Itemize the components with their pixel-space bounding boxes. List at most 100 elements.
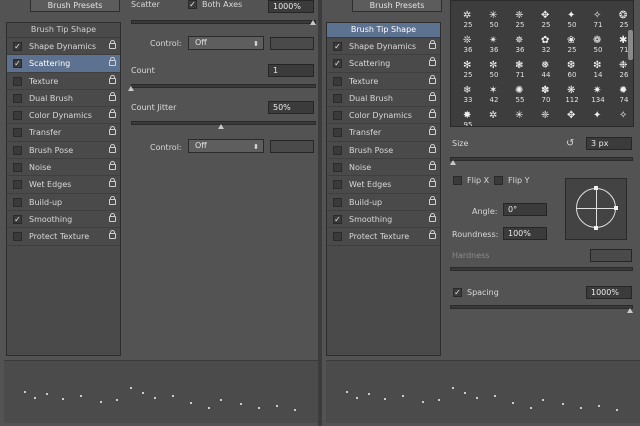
settings-item-checkbox[interactable] [13, 128, 22, 138]
spacing-slider-thumb[interactable] [627, 308, 633, 313]
brush-tip-preset[interactable]: ✹ [585, 1, 611, 6]
angle-roundness-widget[interactable] [565, 178, 627, 240]
settings-item-checkbox[interactable] [333, 197, 342, 207]
brush-tip-preset[interactable]: ✵ 36 [507, 35, 533, 56]
size-value-field[interactable]: 3 px [586, 137, 632, 150]
settings-item-checkbox[interactable] [13, 145, 22, 155]
settings-item-checkbox[interactable] [13, 93, 22, 103]
brush-tip-preset[interactable]: ✦ 50 [559, 10, 585, 31]
spacing-checkbox[interactable]: ✓ [453, 288, 462, 297]
angle-handle[interactable] [614, 206, 618, 210]
brush-tip-preset[interactable]: ✼ 50 [481, 60, 507, 81]
brush-tip-preset[interactable]: ✴ 36 [481, 35, 507, 56]
settings-item-checkbox[interactable] [13, 111, 22, 121]
brush-tip-preset[interactable]: ✶ 42 [481, 85, 507, 106]
settings-item-checkbox[interactable]: ✓ [333, 214, 342, 224]
settings-item-transfer[interactable]: Transfer [327, 124, 440, 142]
settings-item-checkbox[interactable] [13, 197, 22, 207]
settings-item-texture[interactable]: Texture [7, 73, 120, 90]
brush-tip-preset[interactable]: ✲ 25 [455, 10, 481, 31]
settings-item-smoothing[interactable]: ✓ Smoothing [7, 211, 120, 229]
lock-icon[interactable] [109, 109, 116, 119]
settings-item-checkbox[interactable] [13, 180, 22, 190]
brush-tip-preset[interactable]: ✧ 71 [585, 10, 611, 31]
lock-icon[interactable] [109, 40, 116, 49]
brush-tip-preset[interactable]: ❉ 26 [611, 60, 633, 81]
brush-tip-preset[interactable]: ❁ 50 [585, 35, 611, 56]
lock-icon[interactable] [429, 161, 436, 171]
lock-icon[interactable] [429, 91, 436, 101]
size-slider[interactable] [450, 157, 633, 161]
lock-icon[interactable] [429, 178, 436, 188]
brush-tip-preset[interactable]: ✻ 25 [455, 60, 481, 81]
lock-icon[interactable] [429, 230, 436, 240]
settings-item-protect-texture[interactable]: Protect Texture [7, 228, 120, 246]
settings-item-checkbox[interactable] [333, 128, 342, 138]
brush-tip-preset[interactable]: ✺ 55 [507, 85, 533, 106]
lock-icon[interactable] [429, 57, 436, 67]
lock-icon[interactable] [109, 126, 116, 136]
brush-presets-button[interactable]: Brush Presets [352, 0, 442, 12]
settings-item-checkbox[interactable] [333, 145, 342, 155]
lock-icon[interactable] [429, 40, 436, 49]
lock-icon[interactable] [109, 74, 116, 84]
spacing-value-field[interactable]: 1000% [586, 286, 632, 299]
control-dropdown-2[interactable]: Off ⬍ [188, 139, 264, 153]
brush-tip-preset[interactable]: ✶ [455, 1, 481, 6]
settings-item-checkbox[interactable]: ✓ [13, 59, 22, 69]
settings-item-checkbox[interactable] [13, 76, 22, 86]
brush-tip-preset[interactable]: ❊ 36 [455, 35, 481, 56]
settings-item-shape-dynamics[interactable]: ✓ Shape Dynamics [7, 38, 120, 56]
lock-icon[interactable] [429, 212, 436, 222]
settings-item-checkbox[interactable] [333, 232, 342, 242]
settings-item-wet-edges[interactable]: Wet Edges [7, 176, 120, 194]
brush-tip-preset[interactable]: ✥ 25 [533, 10, 559, 31]
brush-tip-preset[interactable]: ❋ 112 [559, 85, 585, 106]
settings-item-noise[interactable]: Noise [327, 159, 440, 177]
brush-tip-preset[interactable]: ✺ [481, 1, 507, 6]
settings-item-brush-pose[interactable]: Brush Pose [7, 142, 120, 160]
both-axes-checkbox[interactable]: ✓ [188, 0, 197, 9]
count-value-field[interactable]: 1 [268, 64, 314, 77]
settings-item-checkbox[interactable] [333, 93, 342, 103]
settings-item-dual-brush[interactable]: Dual Brush [327, 90, 440, 108]
settings-item-checkbox[interactable] [13, 232, 22, 242]
settings-item-checkbox[interactable] [333, 163, 342, 173]
roundness-handle[interactable] [594, 226, 598, 230]
lock-icon[interactable] [429, 143, 436, 153]
settings-item-checkbox[interactable] [13, 163, 22, 173]
lock-icon[interactable] [429, 109, 436, 119]
count-slider[interactable] [131, 84, 316, 88]
brush-tip-shape-item[interactable]: Brush Tip Shape [7, 23, 120, 38]
count-slider-thumb[interactable] [128, 86, 134, 91]
lock-icon[interactable] [109, 143, 116, 153]
settings-item-color-dynamics[interactable]: Color Dynamics [327, 107, 440, 125]
flip-y-checkbox[interactable] [494, 176, 503, 185]
brush-tip-preset[interactable]: ✸ 95 [455, 110, 481, 127]
lock-icon[interactable] [109, 57, 116, 67]
brush-tip-preset[interactable]: ✹ 74 [611, 85, 633, 106]
settings-item-checkbox[interactable]: ✓ [333, 59, 342, 69]
scatter-slider[interactable] [131, 20, 316, 24]
brush-tip-preset[interactable]: ✽ [507, 1, 533, 6]
count-jitter-value-field[interactable]: 50% [268, 101, 314, 114]
brush-tip-preset[interactable]: ❈ [533, 110, 559, 126]
brush-tip-preset[interactable]: ✷ [559, 1, 585, 6]
brush-tip-preset[interactable]: ✽ 70 [533, 85, 559, 106]
brush-tip-preset[interactable]: ❀ 25 [559, 35, 585, 56]
lock-icon[interactable] [429, 126, 436, 136]
settings-item-color-dynamics[interactable]: Color Dynamics [7, 107, 120, 125]
brush-tip-preset[interactable]: ✥ [559, 110, 585, 126]
brush-tip-preset[interactable]: ✳ 50 [481, 10, 507, 31]
roundness-value-field[interactable]: 100% [503, 227, 547, 240]
settings-item-transfer[interactable]: Transfer [7, 124, 120, 142]
brush-tip-preset[interactable]: ❆ 60 [559, 60, 585, 81]
settings-item-scattering[interactable]: ✓ Scattering [7, 55, 120, 73]
size-slider-thumb[interactable] [450, 160, 456, 165]
settings-item-checkbox[interactable]: ✓ [13, 214, 22, 224]
brush-tip-preset[interactable]: ✷ 134 [585, 85, 611, 106]
lock-icon[interactable] [109, 212, 116, 222]
brush-tip-preset[interactable]: ❄ 33 [455, 85, 481, 106]
lock-icon[interactable] [109, 230, 116, 240]
settings-item-checkbox[interactable]: ✓ [333, 42, 342, 51]
